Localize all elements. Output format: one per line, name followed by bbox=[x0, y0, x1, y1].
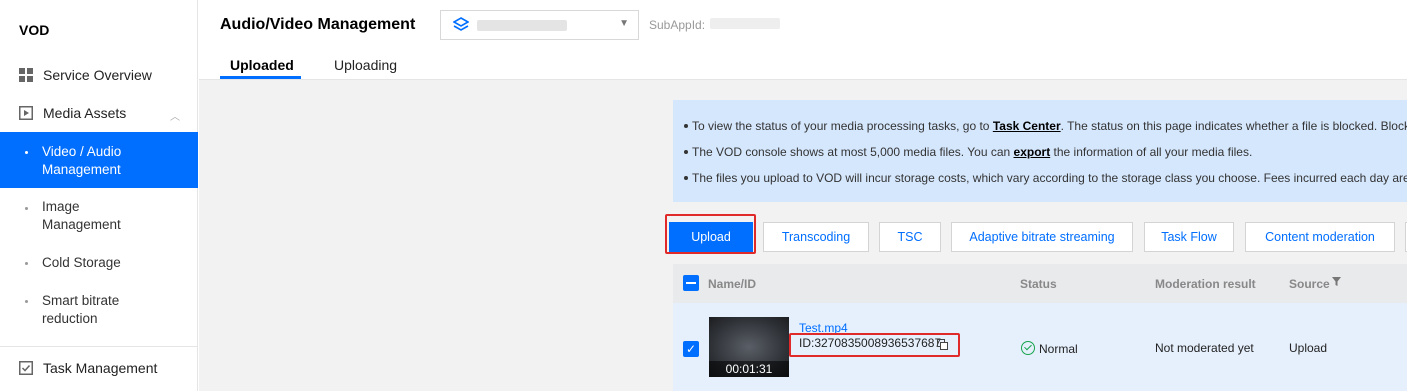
notice-line: The files you upload to VOD will incur s… bbox=[684, 171, 1407, 185]
upload-button[interactable]: Upload bbox=[669, 222, 753, 252]
notice-line: To view the status of your media process… bbox=[684, 119, 1407, 133]
column-header-status: Status bbox=[1020, 277, 1057, 291]
task-center-link[interactable]: Task Center bbox=[993, 119, 1061, 133]
sidebar-item-label: Task Management bbox=[43, 360, 158, 376]
sidebar-item-video-audio-management[interactable]: Video / Audio Management bbox=[0, 132, 198, 188]
chevron-up-icon[interactable]: ︿ bbox=[170, 108, 180, 123]
sidebar-item-label: Video / Audio Management bbox=[42, 144, 122, 177]
row-checkbox[interactable]: ✓ bbox=[683, 341, 699, 357]
filter-icon[interactable] bbox=[1332, 277, 1341, 286]
check-icon: ✓ bbox=[686, 342, 697, 356]
sidebar-item-task-management[interactable]: Task Management bbox=[0, 346, 198, 391]
check-circle-icon bbox=[1021, 341, 1035, 355]
main-content: Audio/Video Management ▼ SubAppId: Uploa… bbox=[199, 0, 1407, 391]
bullet-icon bbox=[25, 207, 28, 210]
moderation-value: Not moderated yet bbox=[1155, 341, 1254, 355]
table-header: Name/ID Status Moderation result Source bbox=[673, 264, 1407, 303]
sidebar-item-label: Cold Storage bbox=[42, 255, 121, 270]
sidebar-item-label: Smart bitrate reduction bbox=[42, 293, 120, 326]
checkbox-list-icon bbox=[19, 361, 33, 375]
bullet-icon bbox=[25, 151, 28, 154]
page-title: Audio/Video Management bbox=[220, 16, 416, 33]
sidebar-item-image-management[interactable]: Image Management bbox=[0, 190, 198, 246]
sidebar-item-cold-storage[interactable]: Cold Storage bbox=[0, 250, 198, 276]
tab-uploading[interactable]: Uploading bbox=[334, 57, 397, 73]
task-flow-button[interactable]: Task Flow bbox=[1144, 222, 1234, 252]
info-notice: To view the status of your media process… bbox=[673, 100, 1407, 202]
bullet-icon bbox=[684, 124, 688, 128]
sidebar-item-media-assets[interactable]: Media Assets ︿ bbox=[0, 102, 198, 124]
tsc-button[interactable]: TSC bbox=[879, 222, 941, 252]
column-header-name: Name/ID bbox=[708, 277, 757, 291]
grid-icon bbox=[19, 68, 33, 82]
transcoding-button[interactable]: Transcoding bbox=[763, 222, 869, 252]
sidebar-item-label: Image Management bbox=[42, 199, 121, 232]
sidebar-item-label: Media Assets bbox=[43, 105, 127, 121]
content-moderation-button[interactable]: Content moderation bbox=[1245, 222, 1395, 252]
source-value: Upload bbox=[1289, 341, 1328, 355]
export-link[interactable]: export bbox=[1014, 145, 1051, 159]
caret-down-icon: ▼ bbox=[619, 18, 629, 29]
select-all-checkbox[interactable] bbox=[683, 275, 699, 291]
sidebar: VOD Service Overview Media Assets ︿ Vide… bbox=[0, 0, 198, 391]
brand-title: VOD bbox=[19, 22, 50, 38]
subappid-label: SubAppId: bbox=[649, 18, 706, 32]
video-duration: 00:01:31 bbox=[709, 361, 789, 377]
notice-line: The VOD console shows at most 5,000 medi… bbox=[684, 145, 1252, 159]
bullet-icon bbox=[684, 176, 688, 180]
active-tab-indicator bbox=[220, 76, 301, 79]
sidebar-item-service-overview[interactable]: Service Overview bbox=[0, 64, 198, 86]
bullet-icon bbox=[684, 150, 688, 154]
column-header-source: Source bbox=[1289, 277, 1330, 291]
status-value: Normal bbox=[1039, 342, 1078, 356]
file-id-highlight-box bbox=[789, 333, 960, 357]
sidebar-item-smart-bitrate-reduction[interactable]: Smart bitrate reduction bbox=[0, 288, 198, 334]
table-row[interactable]: ✓ 00:01:31 Test.mp4 ID:32708350089365376… bbox=[673, 303, 1407, 391]
indeterminate-icon bbox=[686, 282, 696, 284]
sidebar-item-label: Service Overview bbox=[43, 67, 152, 83]
bullet-icon bbox=[25, 300, 28, 303]
subappid-value-redacted bbox=[710, 18, 780, 29]
video-thumbnail[interactable]: 00:01:31 bbox=[709, 317, 789, 377]
column-header-moderation: Moderation result bbox=[1155, 277, 1256, 291]
play-square-icon bbox=[19, 106, 33, 120]
app-select-dropdown[interactable]: ▼ bbox=[440, 10, 639, 40]
tab-uploaded[interactable]: Uploaded bbox=[230, 57, 294, 73]
bullet-icon bbox=[25, 262, 28, 265]
adaptive-bitrate-streaming-button[interactable]: Adaptive bitrate streaming bbox=[951, 222, 1133, 252]
layers-icon bbox=[453, 17, 469, 31]
page-header: Audio/Video Management ▼ SubAppId: Uploa… bbox=[199, 0, 1407, 80]
app-name-redacted bbox=[477, 20, 567, 31]
